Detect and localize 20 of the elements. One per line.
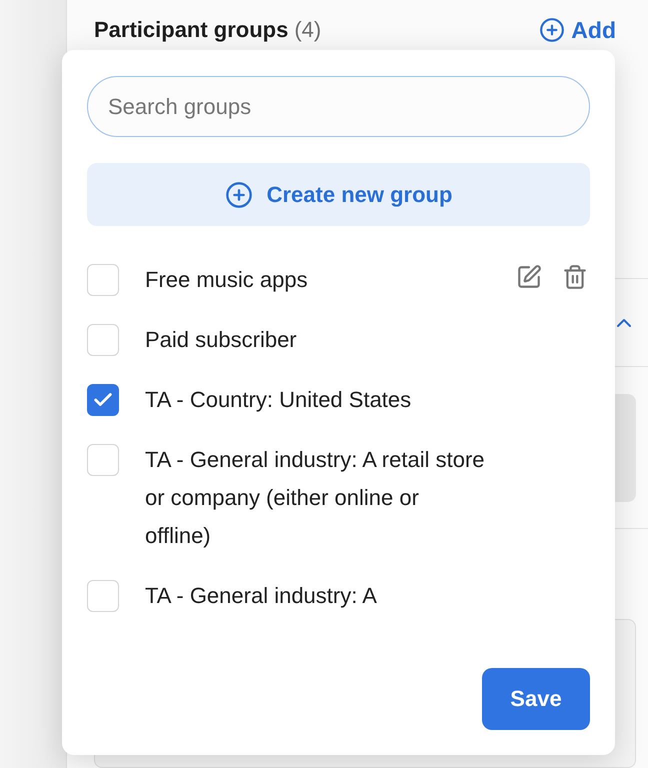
group-label: Paid subscriber [145, 326, 298, 354]
group-count: (4) [294, 17, 322, 42]
group-label: TA - General industry: A [145, 582, 378, 610]
checkbox[interactable] [87, 580, 119, 612]
create-group-button[interactable]: Create new group [87, 163, 590, 226]
group-label: TA - Country: United States [145, 386, 412, 414]
checkbox[interactable] [87, 444, 119, 476]
group-label: Free music apps [145, 266, 309, 294]
group-label: TA - General industry: A retail store or company (either online or offline) [145, 446, 486, 550]
panel-title: Participant groups [94, 17, 288, 42]
edit-icon[interactable] [516, 264, 542, 290]
checkbox[interactable] [87, 324, 119, 356]
checkbox[interactable] [87, 264, 119, 296]
search-field[interactable]: Search groups [87, 76, 590, 137]
plus-icon [224, 180, 253, 208]
checkbox[interactable] [87, 384, 119, 416]
plus-icon [539, 17, 566, 43]
trash-icon[interactable] [562, 264, 588, 290]
add-link[interactable]: Add [539, 16, 616, 44]
save-button[interactable]: Save [482, 668, 590, 730]
